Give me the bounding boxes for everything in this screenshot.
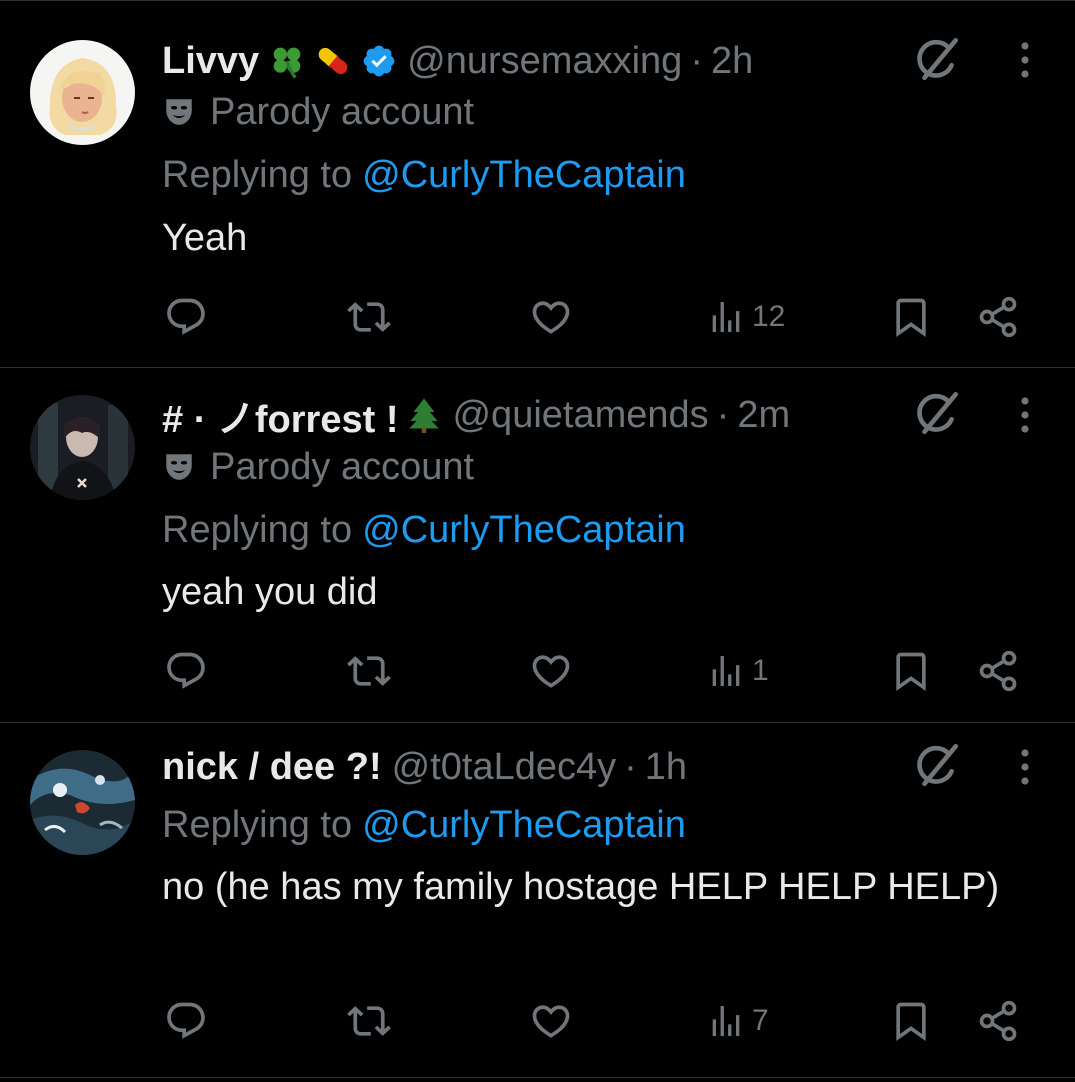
evergreen-tree-icon (406, 395, 442, 435)
verified-badge-icon[interactable] (361, 43, 397, 79)
replying-to-link[interactable]: @CurlyTheCaptain (362, 804, 686, 847)
theater-mask-icon (162, 450, 196, 484)
display-name[interactable]: nick / dee ?! (162, 746, 382, 789)
grok-icon[interactable] (912, 388, 962, 438)
separator-dot: · (690, 39, 703, 82)
like-button[interactable] (529, 646, 573, 696)
avatar-image (30, 750, 135, 855)
more-options-icon[interactable] (1010, 747, 1040, 797)
post-header: Livvy @nursemaxxing · 2h (162, 38, 753, 84)
reply-button[interactable] (164, 996, 208, 1046)
post[interactable]: # · ノforrest ! @quietamends · 2m Parody … (0, 368, 1075, 723)
replying-prefix: Replying to (162, 153, 353, 196)
avatar[interactable] (30, 395, 135, 500)
post-time[interactable]: 1h (645, 746, 687, 789)
more-options-icon[interactable] (1010, 40, 1040, 90)
share-button[interactable] (976, 646, 1020, 696)
post-time[interactable]: 2h (711, 40, 753, 83)
parody-text: Parody account (210, 90, 475, 133)
repost-button[interactable] (347, 996, 391, 1046)
views-button[interactable]: 12 (706, 292, 785, 342)
separator-dot: · (624, 745, 637, 788)
views-button[interactable]: 1 (706, 646, 769, 696)
avatar[interactable] (30, 40, 135, 145)
share-button[interactable] (976, 996, 1020, 1046)
views-icon (706, 1001, 746, 1041)
display-name[interactable]: # · ノforrest ! (162, 388, 398, 443)
replying-to: Replying to @CurlyTheCaptain (162, 508, 686, 552)
grok-icon[interactable] (912, 740, 962, 790)
views-icon (706, 651, 746, 691)
share-button[interactable] (976, 292, 1020, 342)
views-count: 7 (752, 1004, 769, 1037)
post-header: # · ノforrest ! @quietamends · 2m (162, 392, 790, 441)
replying-to: Replying to @CurlyTheCaptain (162, 803, 686, 847)
pill-icon (311, 41, 355, 81)
bookmark-button[interactable] (889, 292, 933, 342)
views-count: 12 (752, 300, 786, 333)
avatar[interactable] (30, 750, 135, 855)
bookmark-button[interactable] (889, 646, 933, 696)
post[interactable]: nick / dee ?! @t0taLdec4y · 1h Replying … (0, 723, 1075, 1078)
post-time[interactable]: 2m (737, 394, 790, 437)
replying-prefix: Replying to (162, 508, 353, 551)
avatar-image (30, 40, 135, 145)
action-bar: 12 (162, 292, 1042, 342)
bookmark-button[interactable] (889, 996, 933, 1046)
repost-button[interactable] (347, 646, 391, 696)
separator-dot: · (716, 393, 730, 436)
like-button[interactable] (529, 292, 573, 342)
views-count: 1 (752, 654, 769, 687)
parody-label: Parody account (162, 90, 474, 134)
action-bar: 7 (162, 996, 1042, 1046)
display-name[interactable]: Livvy (162, 40, 259, 83)
post-text: Yeah (162, 217, 248, 259)
action-bar: 1 (162, 646, 1042, 696)
repost-button[interactable] (347, 292, 391, 342)
parody-text: Parody account (210, 445, 475, 488)
user-handle[interactable]: @nursemaxxing (407, 40, 682, 83)
user-handle[interactable]: @t0taLdec4y (392, 746, 617, 789)
parody-label: Parody account (162, 445, 474, 489)
replying-to-link[interactable]: @CurlyTheCaptain (362, 154, 686, 197)
more-options-icon[interactable] (1010, 395, 1040, 445)
like-button[interactable] (529, 996, 573, 1046)
post-divider (0, 1077, 1075, 1078)
reply-button[interactable] (164, 292, 208, 342)
user-handle[interactable]: @quietamends (452, 394, 708, 437)
replying-to-link[interactable]: @CurlyTheCaptain (362, 509, 686, 552)
replying-prefix: Replying to (162, 803, 353, 846)
theater-mask-icon (162, 95, 196, 129)
views-button[interactable]: 7 (706, 996, 769, 1046)
avatar-image (30, 395, 135, 500)
replying-to: Replying to @CurlyTheCaptain (162, 153, 686, 197)
post-text: no (he has my family hostage HELP HELP H… (162, 866, 1000, 908)
post[interactable]: Livvy @nursemaxxing · 2h Parody account … (0, 0, 1075, 368)
grok-icon[interactable] (912, 34, 962, 84)
post-header: nick / dee ?! @t0taLdec4y · 1h (162, 744, 687, 790)
views-icon (706, 297, 746, 337)
post-text: yeah you did (162, 571, 378, 613)
four-leaf-clover-icon (267, 41, 307, 81)
reply-button[interactable] (164, 646, 208, 696)
